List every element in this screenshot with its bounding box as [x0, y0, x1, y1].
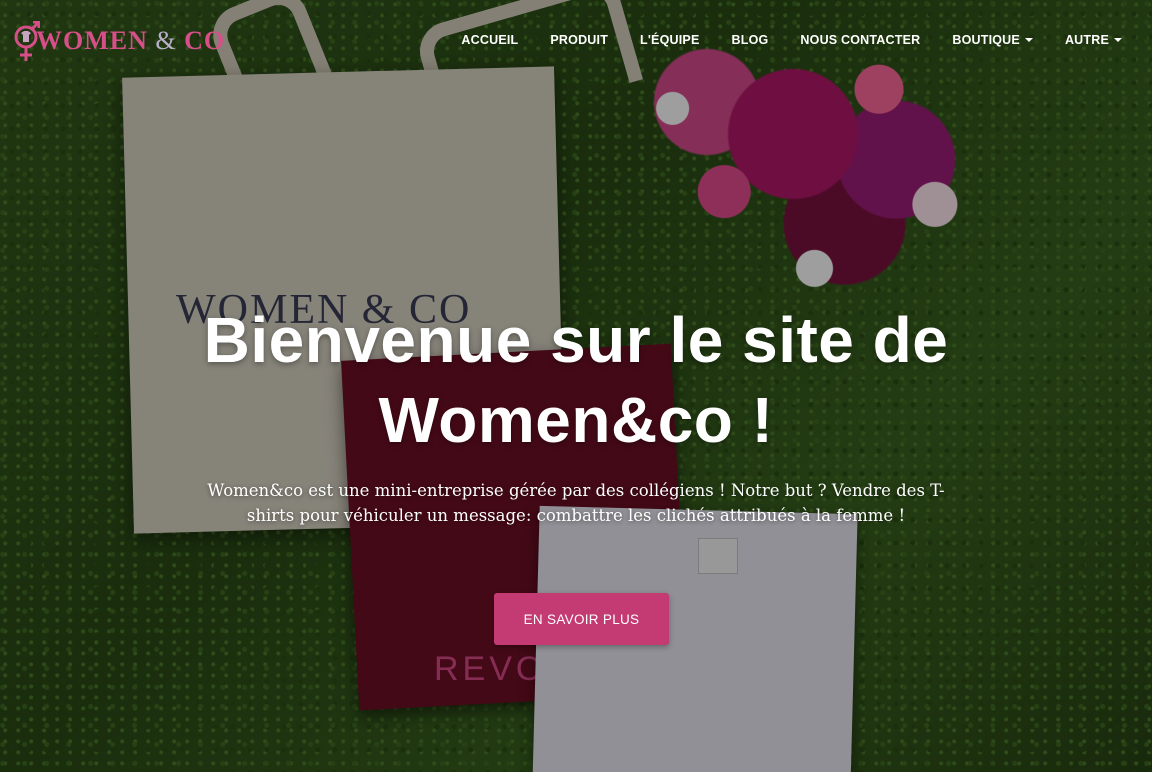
logo-text-co: CO	[184, 26, 226, 55]
navbar: WOMEN & CO ACCUEIL PRODUIT L'ÉQUIPE BLOG…	[0, 0, 1152, 82]
logo-text-amp: &	[155, 26, 177, 55]
hero-title: Bienvenue sur le site de Women&co !	[203, 304, 949, 456]
hero-content: Bienvenue sur le site de Women&co ! Wome…	[0, 300, 1152, 528]
learn-more-button[interactable]: EN SAVOIR PLUS	[494, 593, 669, 645]
nav-item-equipe[interactable]: L'ÉQUIPE	[624, 30, 715, 50]
logo-wordmark: WOMEN & CO	[36, 26, 225, 56]
nav-item-accueil[interactable]: ACCUEIL	[445, 30, 534, 50]
gender-symbol-icon	[12, 20, 41, 61]
nav-item-contact[interactable]: NOUS CONTACTER	[784, 30, 936, 50]
nav-item-produit[interactable]: PRODUIT	[534, 30, 624, 50]
caret-down-icon	[1114, 38, 1122, 42]
nav-item-label: BLOG	[731, 33, 769, 47]
main-nav: ACCUEIL PRODUIT L'ÉQUIPE BLOG NOUS CONTA…	[445, 30, 1138, 50]
nav-item-autre-dropdown[interactable]: AUTRE	[1049, 30, 1138, 50]
caret-down-icon	[1024, 38, 1033, 42]
nav-item-label: NOUS CONTACTER	[800, 33, 921, 47]
nav-item-blog[interactable]: BLOG	[716, 30, 785, 50]
nav-item-label: L'ÉQUIPE	[640, 33, 700, 47]
hero-subtitle: Women&co est une mini-entreprise gérée p…	[207, 481, 945, 525]
nav-item-label: ACCUEIL	[461, 33, 519, 47]
logo-text-women: WOMEN	[36, 26, 148, 55]
nav-item-label: AUTRE	[1064, 33, 1109, 47]
nav-item-boutique-dropdown[interactable]: BOUTIQUE	[936, 30, 1049, 50]
brand-logo[interactable]: WOMEN & CO	[12, 16, 225, 66]
nav-item-label: PRODUIT	[550, 33, 609, 47]
nav-item-label: BOUTIQUE	[952, 33, 1020, 47]
